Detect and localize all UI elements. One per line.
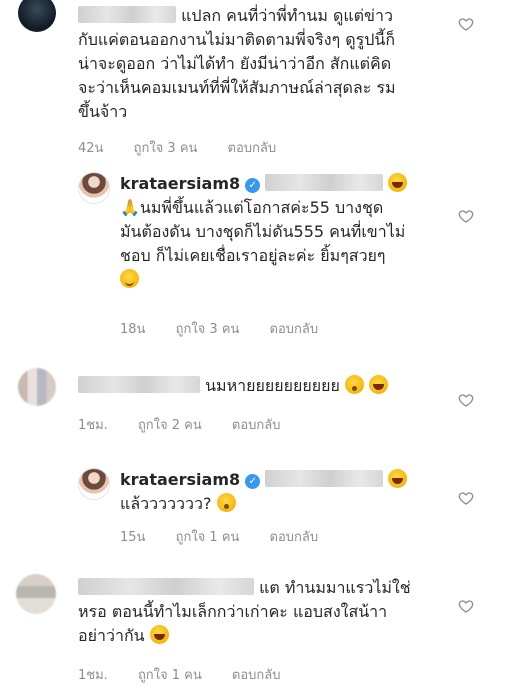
blurred-username bbox=[78, 376, 200, 393]
likes-count[interactable]: ถูกใจ 1 คน bbox=[176, 530, 240, 545]
comment-text: แปลก คนที่ว่าพี่ทำนม ดูแต่ข่าว กับแค่ตอน… bbox=[78, 6, 396, 121]
reply-button[interactable]: ตอบกลับ bbox=[232, 668, 281, 683]
folded-hands-emoji: 🙏 bbox=[120, 198, 140, 217]
verified-badge-icon: ✓ bbox=[245, 474, 261, 489]
comment-meta: 1ชม. ถูกใจ 2 คน ตอบกลับ bbox=[78, 414, 307, 435]
heart-outline-icon[interactable] bbox=[458, 490, 474, 506]
comment-item: krataersiam8 ✓ 🙏นมพี่ขึ้นแล้วแต่โอกาสค่ะ… bbox=[0, 168, 505, 338]
hushed-face-emoji bbox=[344, 375, 364, 394]
comment-time: 42น bbox=[78, 141, 104, 156]
reply-button[interactable]: ตอบกลับ bbox=[232, 418, 281, 433]
heart-outline-icon[interactable] bbox=[458, 598, 474, 614]
likes-count[interactable]: ถูกใจ 3 คน bbox=[176, 322, 240, 337]
comment-item: นมหายยยยยยยยยย 1ชม. ถูกใจ 2 คน ตอบกลับ bbox=[0, 362, 505, 442]
comment-text: นมหายยยยยยยยยย bbox=[78, 374, 448, 398]
heart-outline-icon[interactable] bbox=[458, 16, 474, 32]
rofl-emoji bbox=[388, 469, 408, 488]
blurred-username bbox=[265, 470, 384, 487]
comment-time: 1ชม. bbox=[78, 418, 108, 433]
comment-item: แปลก คนที่ว่าพี่ทำนม ดูแต่ข่าว กับแค่ตอน… bbox=[0, 0, 505, 160]
rofl-emoji bbox=[388, 173, 408, 192]
blurred-username bbox=[78, 578, 254, 595]
comment-meta: 1ชม. ถูกใจ 1 คน ตอบกลับ bbox=[78, 664, 307, 685]
comment-text: krataersiam8 ✓ แล้ววววววว? bbox=[120, 468, 450, 516]
comment-meta: 15น ถูกใจ 1 คน ตอบกลับ bbox=[120, 526, 344, 547]
rofl-emoji bbox=[369, 375, 389, 394]
comment-time: 15น bbox=[120, 530, 146, 545]
heart-outline-icon[interactable] bbox=[458, 392, 474, 408]
comment-text: krataersiam8 ✓ 🙏นมพี่ขึ้นแล้วแต่โอกาสค่ะ… bbox=[120, 172, 450, 292]
reply-button[interactable]: ตอบกลับ bbox=[270, 530, 319, 545]
rofl-emoji bbox=[149, 625, 169, 644]
heart-outline-icon[interactable] bbox=[458, 208, 474, 224]
avatar[interactable] bbox=[16, 574, 56, 614]
comment-time: 18น bbox=[120, 322, 146, 337]
avatar[interactable] bbox=[78, 468, 110, 500]
reply-button[interactable]: ตอบกลับ bbox=[228, 141, 277, 156]
likes-count[interactable]: ถูกใจ 1 คน bbox=[138, 668, 202, 683]
avatar[interactable] bbox=[78, 172, 110, 204]
hushed-face-emoji bbox=[216, 493, 236, 512]
username[interactable]: krataersiam8 bbox=[120, 470, 240, 489]
username[interactable]: krataersiam8 bbox=[120, 174, 240, 193]
comment-text: แต ทำนมมาแรวไม่ใช่ หรอ ตอนนี้ทำไมเล็กกว่… bbox=[78, 578, 411, 645]
likes-count[interactable]: ถูกใจ 2 คน bbox=[138, 418, 202, 433]
likes-count[interactable]: ถูกใจ 3 คน bbox=[134, 141, 198, 156]
comment-time: 1ชม. bbox=[78, 668, 108, 683]
reply-button[interactable]: ตอบกลับ bbox=[270, 322, 319, 337]
smiling-face-emoji bbox=[120, 269, 139, 288]
avatar[interactable] bbox=[18, 368, 56, 406]
blurred-username bbox=[265, 174, 384, 191]
avatar[interactable] bbox=[18, 0, 56, 32]
comment-item: krataersiam8 ✓ แล้ววววววว? 15น ถูกใจ 1 ค… bbox=[0, 464, 505, 554]
verified-badge-icon: ✓ bbox=[245, 178, 261, 193]
comment-meta: 42น ถูกใจ 3 คน ตอบกลับ bbox=[78, 137, 302, 158]
comment-meta: 18น ถูกใจ 3 คน ตอบกลับ bbox=[120, 318, 344, 339]
comment-item: แต ทำนมมาแรวไม่ใช่ หรอ ตอนนี้ทำไมเล็กกว่… bbox=[0, 568, 505, 696]
blurred-username bbox=[78, 6, 176, 23]
